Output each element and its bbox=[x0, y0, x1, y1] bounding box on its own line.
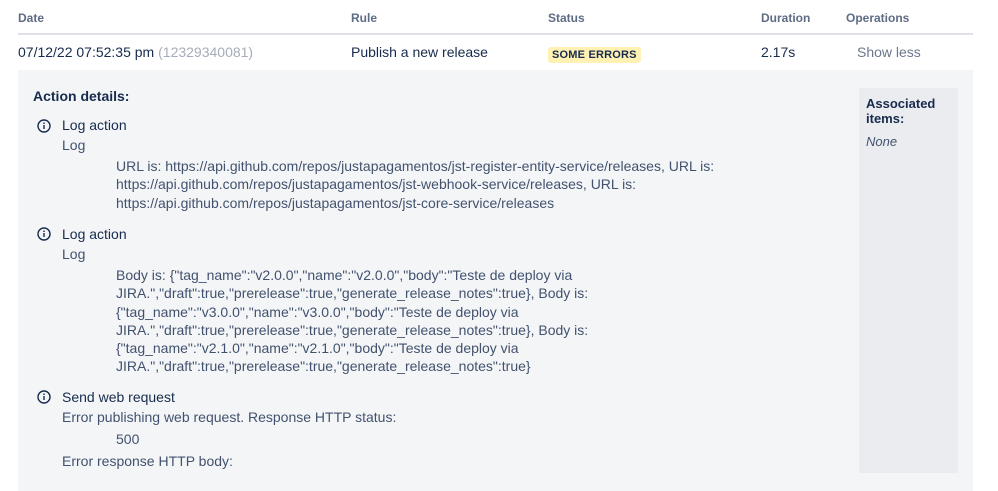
action-subtitle: Log bbox=[62, 137, 86, 153]
error-response-body-label: Error response HTTP body: bbox=[62, 453, 233, 469]
status-badge: SOME ERRORS bbox=[548, 47, 641, 63]
run-rule: Publish a new release bbox=[351, 44, 488, 60]
log-line: {"tag_name":"v3.0.0","name":"v3.0.0","bo… bbox=[116, 303, 519, 320]
action-log-message: URL is: https://api.github.com/repos/jus… bbox=[116, 157, 714, 212]
status-cell: SOME ERRORS bbox=[548, 45, 641, 63]
log-line: https://api.github.com/repos/justapagame… bbox=[116, 176, 637, 193]
column-header-operations: Operations bbox=[846, 11, 910, 25]
table-row: 07/12/22 07:52:35 pm (12329340081) Publi… bbox=[18, 35, 973, 70]
column-header-status: Status bbox=[548, 11, 585, 25]
log-line: 500 bbox=[116, 431, 140, 447]
associated-items-value: None bbox=[866, 134, 898, 149]
column-header-rule: Rule bbox=[351, 11, 378, 25]
action-title: Log action bbox=[62, 117, 127, 133]
run-id: (12329340081) bbox=[158, 44, 254, 60]
log-line: JIRA.","draft":true,"prerelease":true,"g… bbox=[116, 358, 531, 375]
action-details-title: Action details: bbox=[33, 88, 130, 104]
table-header: Date Rule Status Duration Operations bbox=[18, 0, 973, 35]
log-line: URL is: https://api.github.com/repos/jus… bbox=[116, 158, 715, 174]
action-subtitle: Log bbox=[62, 246, 86, 262]
column-header-date: Date bbox=[18, 11, 45, 25]
info-icon bbox=[37, 227, 51, 241]
log-line: {"tag_name":"v2.1.0","name":"v2.1.0","bo… bbox=[116, 340, 519, 357]
run-date-cell: 07/12/22 07:52:35 pm (12329340081) bbox=[18, 44, 253, 60]
log-line: Body is: {"tag_name":"v2.0.0","name":"v2… bbox=[116, 267, 573, 283]
http-status-code: 500 bbox=[116, 430, 139, 448]
associated-items-panel: Associated items: None bbox=[859, 88, 958, 473]
log-line: JIRA.","draft":true,"prerelease":true,"g… bbox=[116, 285, 589, 302]
action-log-message: Body is: {"tag_name":"v2.0.0","name":"v2… bbox=[116, 266, 588, 376]
action-details-panel: Action details: Log action Log URL is: h… bbox=[18, 70, 973, 491]
associated-items-title: Associated items: bbox=[866, 96, 936, 126]
log-line: https://api.github.com/repos/justapagame… bbox=[116, 194, 555, 211]
info-icon bbox=[37, 390, 51, 404]
action-error-message: Error publishing web request. Response H… bbox=[62, 409, 397, 425]
run-duration: 2.17s bbox=[761, 44, 796, 60]
info-icon bbox=[37, 119, 51, 133]
action-title: Log action bbox=[62, 226, 127, 242]
run-date: 07/12/22 07:52:35 pm bbox=[18, 44, 155, 60]
log-line: JIRA.","draft":true,"prerelease":true,"g… bbox=[116, 321, 589, 338]
show-less-link[interactable]: Show less bbox=[857, 44, 921, 60]
action-title: Send web request bbox=[62, 389, 175, 405]
column-header-duration: Duration bbox=[761, 11, 811, 25]
